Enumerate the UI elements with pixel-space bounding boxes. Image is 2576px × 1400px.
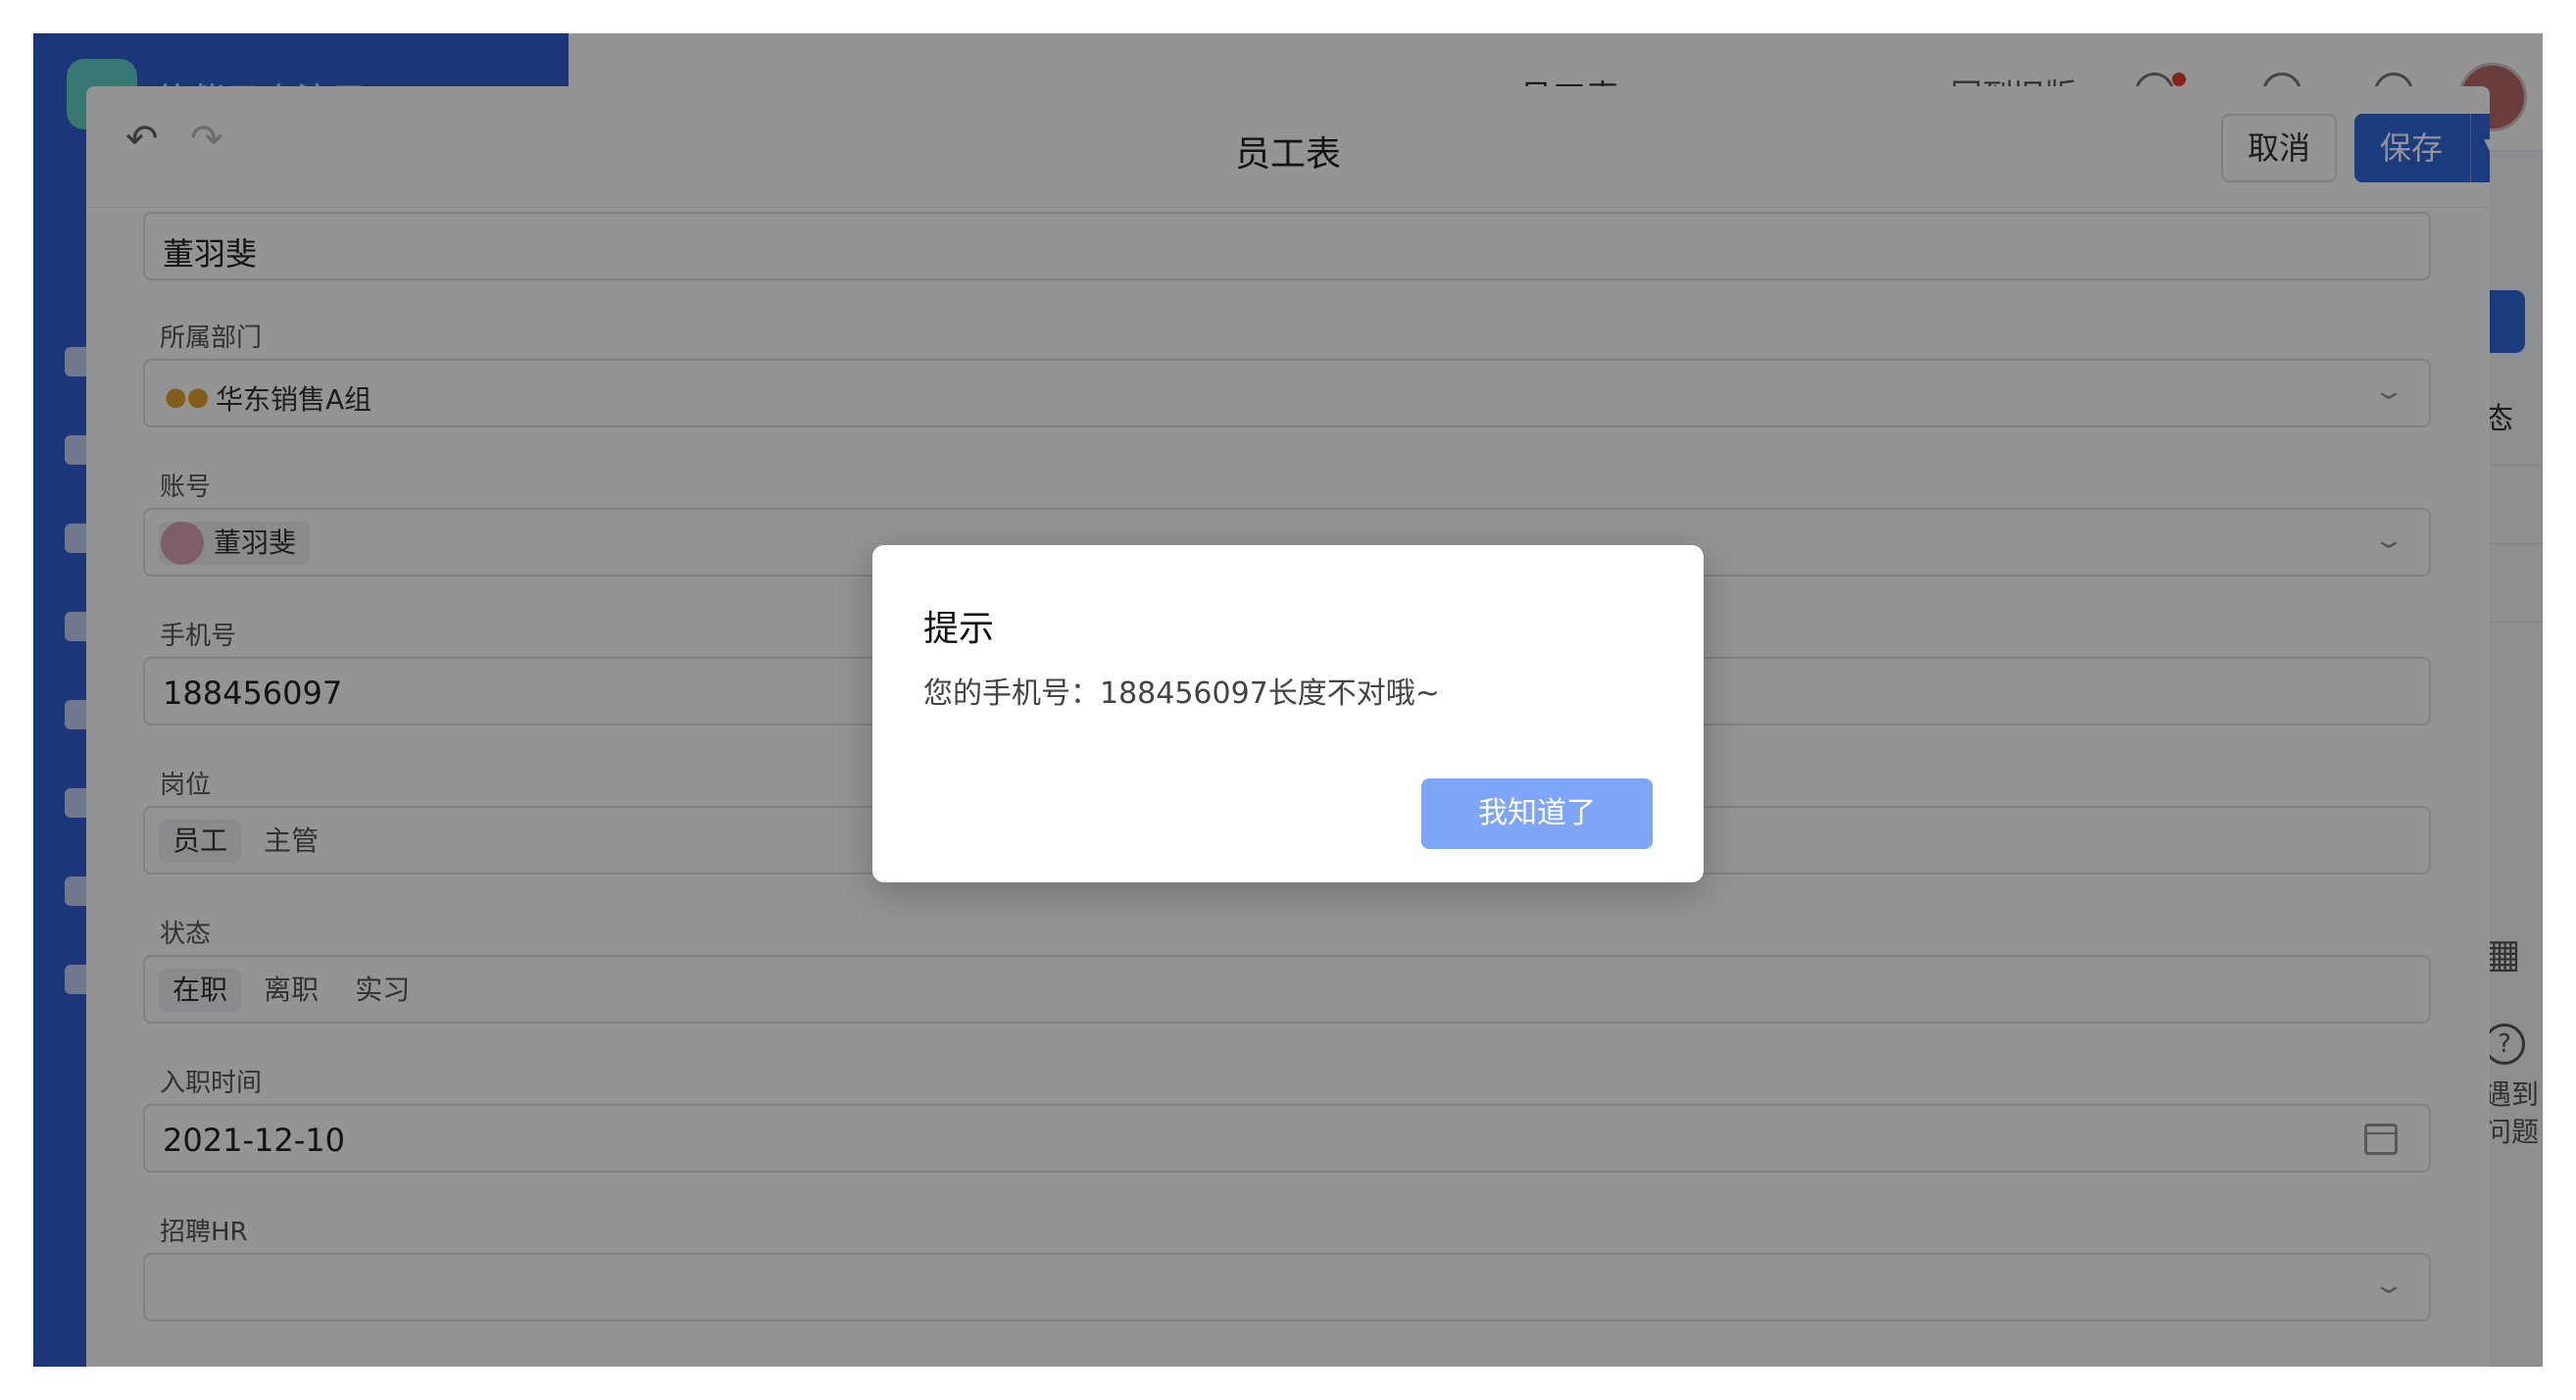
alert-dialog: 提示 您的手机号：188456097长度不对哦~ 我知道了 bbox=[872, 545, 1704, 882]
dialog-message: 您的手机号：188456097长度不对哦~ bbox=[923, 676, 1440, 711]
dialog-title: 提示 bbox=[923, 609, 995, 649]
dialog-confirm-button[interactable]: 我知道了 bbox=[1421, 778, 1653, 849]
